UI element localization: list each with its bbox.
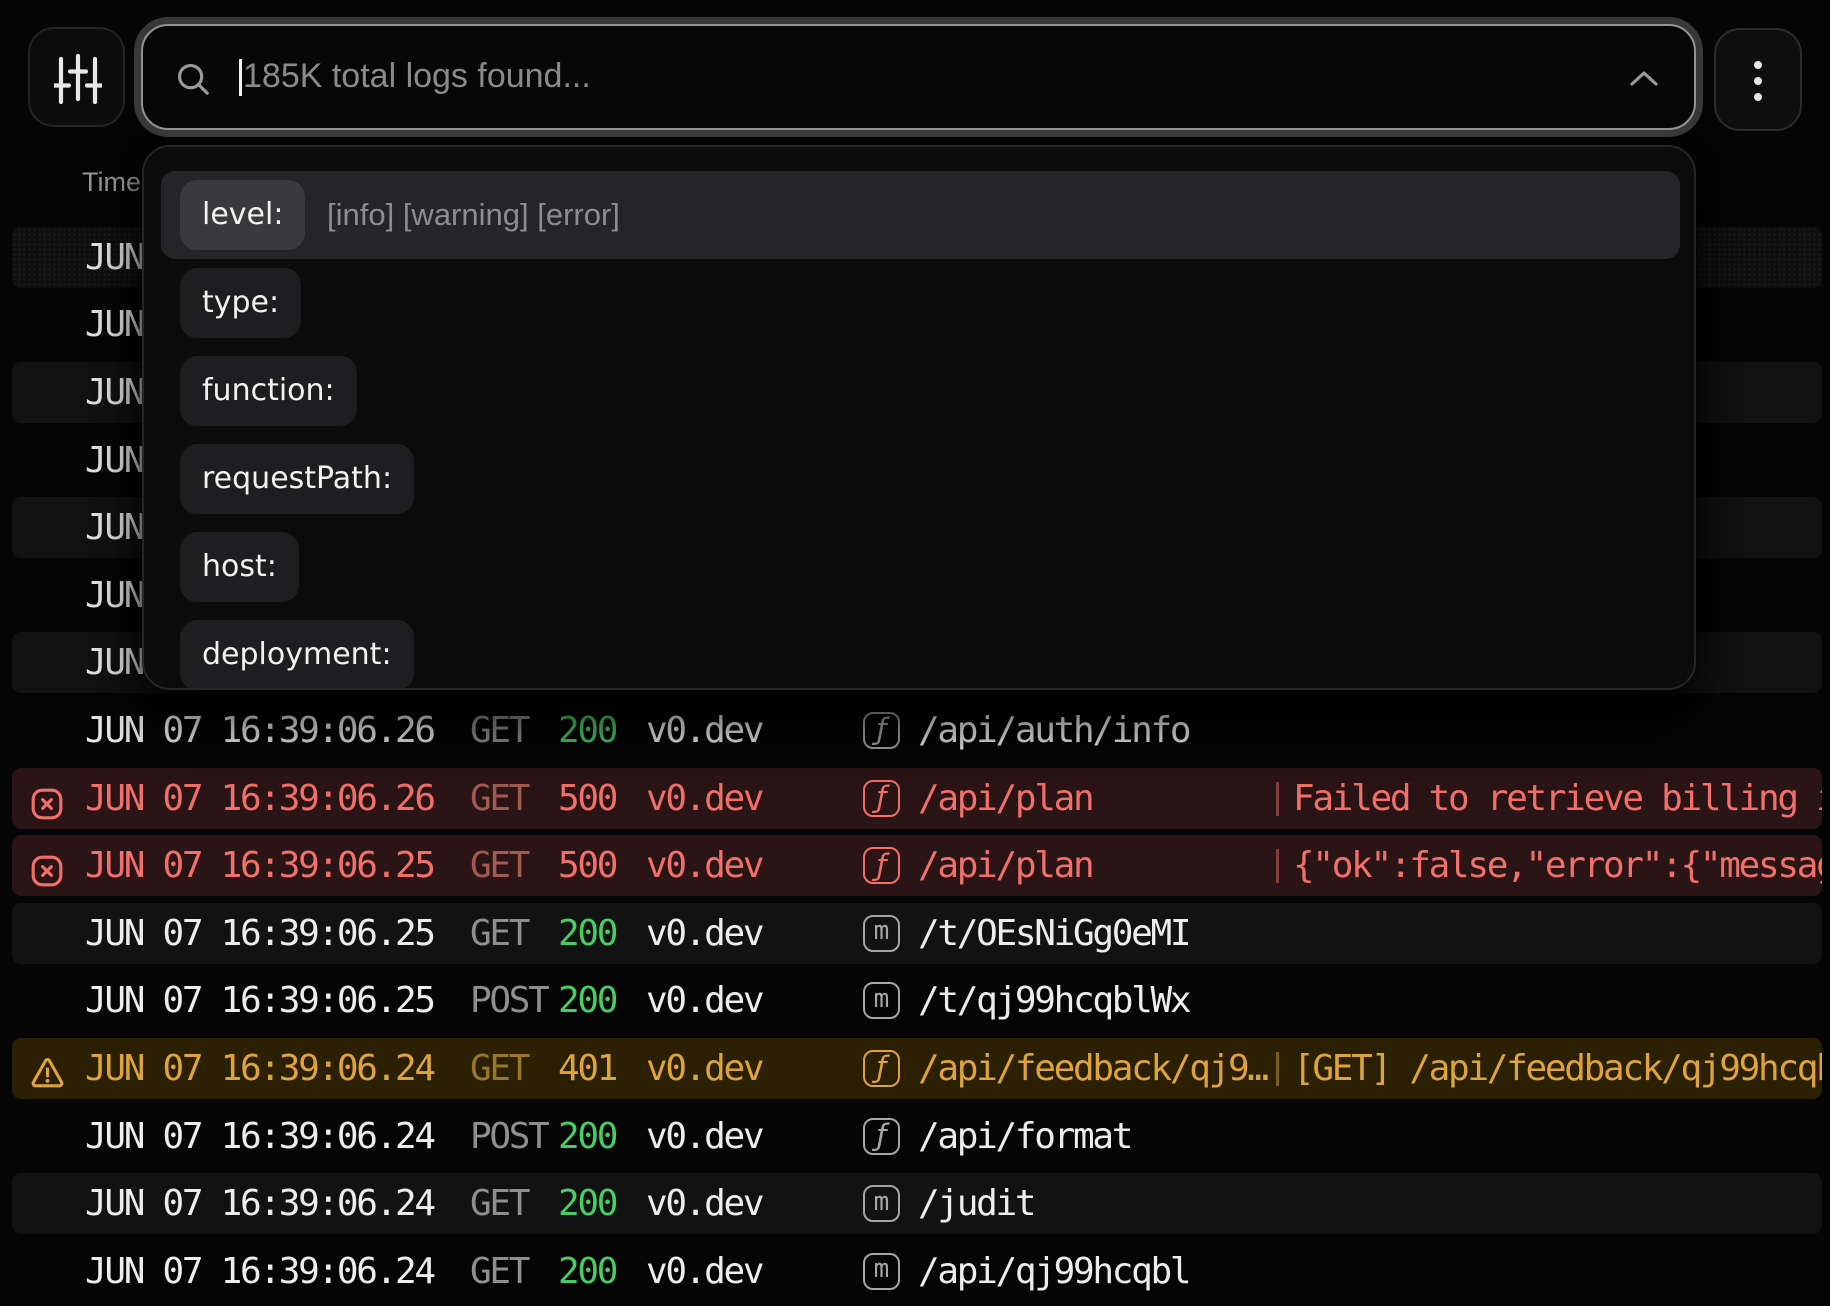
function-runtime-icon: ƒ (863, 1050, 900, 1087)
log-status: 200 (558, 1173, 616, 1234)
log-method: GET (470, 903, 528, 964)
log-message: Failed to retrieve billing in (1293, 768, 1822, 829)
suggestion-function[interactable]: function: (180, 356, 357, 426)
middleware-runtime-icon: m (863, 915, 900, 952)
log-row[interactable]: JUN 07 16:39:06.24 POST200 v0.dev ƒ/api/for… (12, 1106, 1822, 1167)
log-row[interactable]: JUN 07 16:39:06.25 GET 500 v0.dev ƒ/api/plan… (12, 835, 1822, 896)
log-status: 401 (558, 1038, 616, 1099)
log-status: 200 (558, 1106, 616, 1167)
log-status: 200 (558, 700, 616, 761)
log-status: 500 (558, 835, 616, 896)
log-timestamp: JUN (85, 430, 143, 491)
message-divider (1276, 1052, 1279, 1086)
search-suggestions-panel: level: [info] [warning] [error] type: funct… (142, 145, 1696, 690)
log-timestamp: JUN 07 16:39:06.25 (85, 903, 434, 964)
log-row[interactable]: JUN 07 16:39:06.24 GET 200 v0.dev m/judit (12, 1173, 1822, 1234)
log-row[interactable]: JUN 07 16:39:06.25 GET 200 v0.dev m/t/OEsNiG… (12, 903, 1822, 964)
suggestion-level[interactable]: level: (180, 180, 305, 250)
log-timestamp: JUN (85, 632, 143, 693)
log-timestamp: JUN (85, 497, 143, 558)
logs-page: Time JUNJUNJUNJUNJUNJUNJUNJUN 07 16:39:0… (0, 0, 1830, 1306)
log-request-path: /api/plan (918, 835, 1092, 896)
log-timestamp: JUN 07 16:39:06.25 (85, 835, 434, 896)
function-runtime-icon: ƒ (863, 780, 900, 817)
log-timestamp: JUN 07 16:39:06.24 (85, 1173, 434, 1234)
middleware-runtime-icon: m (863, 982, 900, 1019)
log-request-path: /api/qj99hcqbl (918, 1241, 1189, 1302)
suggestion-host[interactable]: host: (180, 532, 299, 602)
middleware-runtime-icon: m (863, 1253, 900, 1290)
log-timestamp: JUN 07 16:39:06.25 (85, 970, 434, 1031)
log-host: v0.dev (646, 970, 762, 1031)
log-request-path: /api/auth/info (918, 700, 1189, 761)
log-row[interactable]: JUN 07 16:39:06.25 POST200 v0.dev m/t/qj99h… (12, 970, 1822, 1031)
log-host: v0.dev (646, 1241, 762, 1302)
log-timestamp: JUN 07 16:39:06.26 (85, 768, 434, 829)
message-divider (1276, 849, 1279, 883)
log-method: POST (470, 1106, 548, 1167)
log-message: {"ok":false,"error":{"message (1293, 835, 1822, 896)
log-host: v0.dev (646, 1038, 762, 1099)
log-host: v0.dev (646, 768, 762, 829)
suggestion-type[interactable]: type: (180, 268, 301, 338)
suggestion-deployment[interactable]: deployment: (180, 620, 414, 690)
log-method: GET (470, 835, 528, 896)
log-request-path: /t/OEsNiGg0eMI (918, 903, 1189, 964)
log-status: 200 (558, 1241, 616, 1302)
suggestion-requestPath[interactable]: requestPath: (180, 444, 414, 514)
log-status: 200 (558, 970, 616, 1031)
log-method: GET (470, 1241, 528, 1302)
log-method: GET (470, 768, 528, 829)
warning-icon (29, 1050, 69, 1087)
log-request-path: /api/feedback/qj9… (918, 1038, 1267, 1099)
function-runtime-icon: ƒ (863, 847, 900, 884)
log-method: GET (470, 1038, 528, 1099)
error-icon (29, 847, 69, 884)
log-request-path: /t/qj99hcqblWx (918, 970, 1189, 1031)
log-host: v0.dev (646, 835, 762, 896)
log-timestamp: JUN 07 16:39:06.24 (85, 1038, 434, 1099)
suggestion-hint: [info] [warning] [error] (327, 180, 620, 250)
log-request-path: /judit (918, 1173, 1034, 1234)
function-runtime-icon: ƒ (863, 712, 900, 749)
function-runtime-icon: ƒ (863, 1118, 900, 1155)
log-message: [GET] /api/feedback/qj99hcqblWx (1293, 1038, 1822, 1099)
log-method: POST (470, 970, 548, 1031)
log-row[interactable]: JUN 07 16:39:06.24 GET 200 v0.dev m/api/qj99… (12, 1241, 1822, 1302)
log-timestamp: JUN 07 16:39:06.24 (85, 1106, 434, 1167)
middleware-runtime-icon: m (863, 1185, 900, 1222)
log-method: GET (470, 700, 528, 761)
log-timestamp: JUN 07 16:39:06.24 (85, 1241, 434, 1302)
log-timestamp: JUN (85, 294, 143, 355)
log-host: v0.dev (646, 1173, 762, 1234)
log-host: v0.dev (646, 903, 762, 964)
log-request-path: /api/plan (918, 768, 1092, 829)
log-host: v0.dev (646, 1106, 762, 1167)
log-timestamp: JUN (85, 362, 143, 423)
log-host: v0.dev (646, 700, 762, 761)
message-divider (1276, 782, 1279, 816)
error-icon (29, 780, 69, 817)
log-status: 500 (558, 768, 616, 829)
log-row[interactable]: JUN 07 16:39:06.26 GET 200 v0.dev ƒ/api/auth… (12, 700, 1822, 761)
log-row[interactable]: JUN 07 16:39:06.24 GET 401 v0.dev ƒ/api/feed… (12, 1038, 1822, 1099)
log-status: 200 (558, 903, 616, 964)
log-method: GET (470, 1173, 528, 1234)
log-timestamp: JUN 07 16:39:06.26 (85, 700, 434, 761)
log-timestamp: JUN (85, 565, 143, 626)
log-timestamp: JUN (85, 227, 143, 288)
log-request-path: /api/format (918, 1106, 1131, 1167)
log-row[interactable]: JUN 07 16:39:06.26 GET 500 v0.dev ƒ/api/plan… (12, 768, 1822, 829)
